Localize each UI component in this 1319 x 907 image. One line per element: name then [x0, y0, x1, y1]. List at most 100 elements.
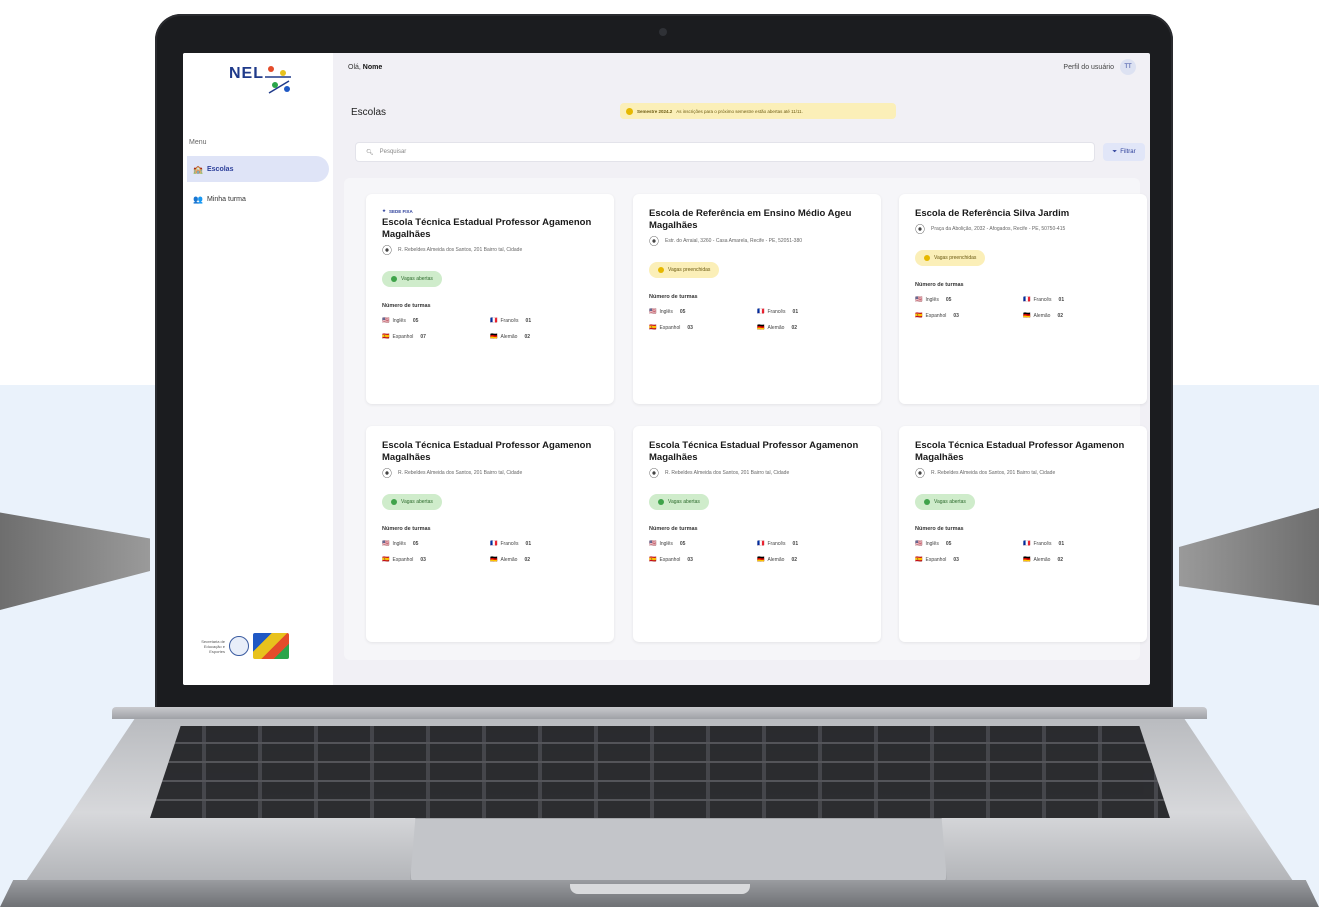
- language-count: 05: [412, 540, 419, 547]
- language-list: 🇺🇸 Inglês 05 🇫🇷 Francês 01 🇪🇸 Espanhol 07 🇩🇪 Alemã…: [382, 317, 598, 341]
- school-card[interactable]: Escola Técnica Estadual Professor Agamen…: [899, 426, 1147, 642]
- language-name: Inglês: [925, 540, 939, 547]
- notice-title: Semestre 2024.2: [637, 108, 673, 114]
- language-count: 02: [1057, 312, 1063, 319]
- classes-heading: Número de turmas: [382, 303, 431, 309]
- status-dot-icon: [924, 499, 930, 505]
- warning-icon: [626, 107, 633, 115]
- language-item: 🇪🇸 Espanhol 03: [915, 312, 1023, 320]
- avatar[interactable]: TT: [1120, 59, 1136, 75]
- search-box[interactable]: 🔍︎ Pesquisar: [355, 142, 1095, 162]
- language-count: 02: [791, 324, 797, 331]
- flag-icon: 🇫🇷: [1023, 541, 1031, 547]
- status-badge: Vagas abertas: [382, 271, 442, 287]
- status-dot-icon: [391, 499, 397, 505]
- language-count: 01: [792, 540, 799, 547]
- card-tag-text: SEDE FIXA: [389, 208, 413, 214]
- language-list: 🇺🇸 Inglês 05 🇫🇷 Francês 01 🇪🇸 Espanhol 03 🇩🇪 Alemã…: [915, 296, 1131, 320]
- card-address: ⦿ R. Rebeldes Almeida dos Santos, 201 Bai…: [382, 247, 598, 257]
- school-card[interactable]: Escola Técnica Estadual Professor Agamen…: [366, 426, 614, 642]
- status-text: Vagas preenchidas: [934, 255, 977, 261]
- card-title: Escola Técnica Estadual Professor Agamen…: [649, 440, 859, 463]
- language-item: 🇺🇸 Inglês 05: [649, 308, 757, 316]
- language-name: Francês: [1033, 540, 1052, 547]
- star-icon: ★: [382, 208, 387, 213]
- language-item: 🇩🇪 Alemão 02: [757, 556, 865, 564]
- location-pin-icon: ⦿: [915, 469, 925, 480]
- language-item: 🇫🇷 Francês 01: [490, 540, 598, 548]
- sidebar-item-escolas[interactable]: 🏫 Escolas: [187, 156, 329, 182]
- filter-button[interactable]: ⏷ Filtrar: [1103, 143, 1145, 161]
- language-item: 🇩🇪 Alemão 02: [1023, 312, 1131, 320]
- flag-icon: 🇪🇸: [382, 334, 390, 340]
- flag-icon: 🇫🇷: [1023, 297, 1031, 303]
- user-greeting: Olá, Nome: [348, 64, 382, 71]
- language-item: 🇫🇷 Francês 01: [757, 540, 865, 548]
- card-tag: ★ SEDE FIXA: [382, 208, 598, 214]
- search-input[interactable]: Pesquisar: [380, 149, 407, 155]
- flag-icon: 🇩🇪: [1023, 557, 1031, 563]
- school-card[interactable]: ★ SEDE FIXA Escola Técnica Estadual Profes…: [366, 194, 614, 404]
- address-text: R. Rebeldes Almeida dos Santos, 201 Bair…: [398, 247, 523, 253]
- flag-icon: 🇫🇷: [757, 541, 765, 547]
- location-pin-icon: ⦿: [649, 237, 659, 248]
- language-count: 01: [1058, 540, 1065, 547]
- state-seal-icon: [229, 636, 249, 656]
- trackpad: [410, 818, 947, 882]
- school-card[interactable]: Escola de Referência Silva Jardim ⦿ Praça …: [899, 194, 1147, 404]
- language-name: Alemão: [767, 556, 785, 563]
- status-text: Vagas abertas: [934, 499, 966, 505]
- language-count: 05: [945, 296, 952, 303]
- status-badge: Vagas abertas: [915, 494, 975, 510]
- address-text: Praça da Abolição, 2032 - Afogados, Reci…: [931, 226, 1066, 232]
- app-screen: NEL Menu 🏫 Escolas 👥 Minha turma Secreta…: [183, 53, 1150, 685]
- card-title: Escola Técnica Estadual Professor Agamen…: [915, 440, 1125, 463]
- language-name: Alemão: [767, 324, 785, 331]
- language-list: 🇺🇸 Inglês 05 🇫🇷 Francês 01 🇪🇸 Espanhol 03 🇩🇪 Alemã…: [915, 540, 1131, 564]
- menu-label: Menu: [189, 139, 207, 146]
- classes-heading: Número de turmas: [915, 526, 964, 532]
- status-dot-icon: [924, 255, 930, 261]
- footer-secretaria-text: Secretaria de Educação e Esportes: [201, 638, 225, 654]
- language-name: Espanhol: [392, 556, 414, 563]
- language-name: Francês: [767, 308, 786, 315]
- profile-menu[interactable]: Perfil do usuário TT: [1063, 59, 1136, 75]
- language-count: 02: [524, 556, 530, 563]
- flag-icon: 🇪🇸: [649, 325, 657, 331]
- flag-icon: 🇪🇸: [915, 557, 923, 563]
- logo-figures-icon: [265, 66, 291, 94]
- language-count: 03: [953, 556, 959, 563]
- language-name: Francês: [1033, 296, 1052, 303]
- language-item: 🇺🇸 Inglês 05: [915, 540, 1023, 548]
- greeting-text: Olá,: [348, 64, 361, 71]
- status-dot-icon: [658, 267, 664, 273]
- status-text: Vagas abertas: [401, 276, 433, 282]
- sidebar-item-label: Minha turma: [207, 195, 246, 203]
- status-text: Vagas abertas: [668, 499, 700, 505]
- school-card[interactable]: Escola Técnica Estadual Professor Agamen…: [633, 426, 881, 642]
- school-icon: 🏫: [193, 164, 203, 174]
- nel-logo: NEL: [223, 61, 293, 101]
- page-title: Escolas: [351, 107, 387, 118]
- flag-icon: 🇩🇪: [1023, 313, 1031, 319]
- language-item: 🇪🇸 Espanhol 07: [382, 333, 490, 341]
- classes-heading: Número de turmas: [382, 526, 431, 532]
- flag-icon: 🇩🇪: [757, 557, 765, 563]
- sidebar-item-minha-turma[interactable]: 👥 Minha turma: [187, 186, 329, 212]
- flag-icon: 🇺🇸: [915, 541, 923, 547]
- status-badge: Vagas preenchidas: [649, 262, 720, 278]
- address-text: Estr. do Arraial, 3260 - Casa Amarela, R…: [665, 238, 803, 244]
- location-pin-icon: ⦿: [382, 469, 392, 480]
- language-name: Francês: [500, 317, 519, 324]
- status-dot-icon: [391, 276, 397, 282]
- notice-text: As inscrições para o próximo semestre es…: [676, 108, 803, 114]
- sidebar-item-label: Escolas: [207, 165, 234, 173]
- flag-icon: 🇫🇷: [757, 309, 765, 315]
- classes-heading: Número de turmas: [649, 294, 698, 300]
- flag-icon: 🇩🇪: [490, 557, 498, 563]
- school-card[interactable]: Escola de Referência em Ensino Médio Age…: [633, 194, 881, 404]
- language-item: 🇫🇷 Francês 01: [1023, 540, 1131, 548]
- status-badge: Vagas abertas: [649, 494, 709, 510]
- language-item: 🇺🇸 Inglês 05: [649, 540, 757, 548]
- language-name: Alemão: [500, 556, 518, 563]
